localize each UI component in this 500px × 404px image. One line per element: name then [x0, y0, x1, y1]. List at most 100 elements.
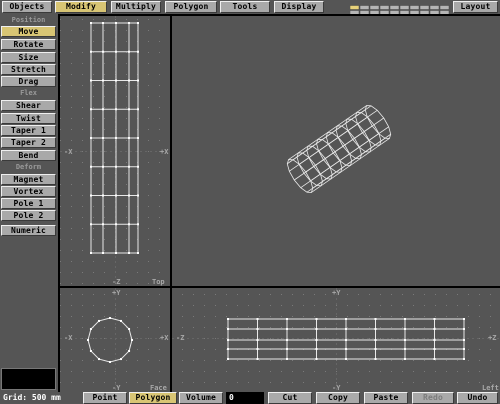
tab-modify[interactable]: Modify — [55, 1, 107, 13]
vertex — [137, 137, 139, 139]
vertex — [89, 350, 92, 352]
grid-dot — [93, 63, 94, 64]
undo-button[interactable]: Undo — [457, 392, 498, 404]
magnet-button[interactable]: Magnet — [1, 174, 56, 185]
grid-dot — [126, 41, 127, 42]
vertex — [90, 137, 92, 139]
grid-dot — [424, 338, 425, 339]
grid-dot — [391, 294, 392, 295]
grid-dot — [193, 371, 194, 372]
grid-dot — [60, 294, 61, 295]
grid-dot — [60, 272, 61, 273]
grid-dot — [193, 382, 194, 383]
vertex — [345, 348, 347, 350]
vertex — [463, 348, 465, 350]
tab-tools[interactable]: Tools — [220, 1, 270, 13]
grid-dot — [270, 338, 271, 339]
taper2-button[interactable]: Taper 2 — [1, 137, 56, 148]
vertex — [137, 22, 139, 24]
tab-display[interactable]: Display — [274, 1, 324, 13]
grid-dot — [490, 316, 491, 317]
grid-dot — [303, 371, 304, 372]
grid-dot — [60, 184, 61, 185]
grid-dot — [303, 316, 304, 317]
taper1-button[interactable]: Taper 1 — [1, 125, 56, 136]
layer-selector[interactable] — [349, 1, 450, 15]
face-view-svg — [60, 288, 170, 392]
vertex — [137, 50, 139, 53]
grid-dot — [424, 360, 425, 361]
paste-button[interactable]: Paste — [364, 392, 408, 404]
grid-dot — [248, 305, 249, 306]
polygon-mode-button[interactable]: Polygon — [129, 392, 177, 404]
grid-dot — [104, 96, 105, 97]
grid-dot — [215, 338, 216, 339]
grid-dot — [82, 371, 83, 372]
grid-dot — [148, 118, 149, 119]
redo-button[interactable]: Redo — [412, 392, 454, 404]
grid-dot — [93, 338, 94, 339]
grid-dot — [82, 129, 83, 130]
grid-dot — [325, 382, 326, 383]
grid-dot — [336, 371, 337, 372]
grid-dot — [237, 360, 238, 361]
grid-dot — [413, 316, 414, 317]
grid-dot — [336, 316, 337, 317]
grid-dot — [281, 360, 282, 361]
left-viewport[interactable]: +Y -Z +Z -Y Left — [172, 288, 500, 392]
bottom-bar: Grid: 500 mm Point Polygon Volume 0 Cut … — [0, 392, 500, 404]
grid-dot — [182, 305, 183, 306]
grid-dot — [226, 294, 227, 295]
grid-dot — [71, 195, 72, 196]
grid-dot — [226, 382, 227, 383]
tab-polygon[interactable]: Polygon — [165, 1, 217, 13]
grid-dot — [126, 206, 127, 207]
axis-label-left: -Z — [176, 334, 185, 342]
vertex — [345, 318, 347, 320]
grid-dot — [148, 360, 149, 361]
move-button[interactable]: Move — [1, 26, 56, 37]
face-viewport[interactable]: +Y -X +X -Y Face — [60, 288, 170, 392]
grid-dot — [159, 272, 160, 273]
grid-dot — [215, 360, 216, 361]
grid-dot — [93, 173, 94, 174]
grid-dot — [82, 360, 83, 361]
volume-mode-button[interactable]: Volume — [179, 392, 223, 404]
tab-multiply[interactable]: Multiply — [111, 1, 161, 13]
grid-dot — [237, 371, 238, 372]
perspective-viewport[interactable] — [172, 16, 500, 286]
numeric-button[interactable]: Numeric — [1, 225, 56, 236]
point-mode-button[interactable]: Point — [83, 392, 127, 404]
grid-dot — [215, 316, 216, 317]
vertex — [315, 339, 318, 341]
grid-dot — [435, 371, 436, 372]
grid-dot — [137, 294, 138, 295]
vertex — [286, 348, 288, 350]
grid-dot — [137, 360, 138, 361]
layout-button[interactable]: Layout — [453, 1, 498, 13]
drag-button[interactable]: Drag — [1, 76, 56, 87]
rotate-button[interactable]: Rotate — [1, 39, 56, 50]
grid-dot — [71, 52, 72, 53]
pole2-button[interactable]: Pole 2 — [1, 210, 56, 221]
tab-objects[interactable]: Objects — [2, 1, 52, 13]
grid-dot — [468, 305, 469, 306]
copy-button[interactable]: Copy — [316, 392, 360, 404]
axis-label-left: -X — [64, 334, 73, 342]
bend-button[interactable]: Bend — [1, 150, 56, 161]
cylinder-perspective-wireframe — [286, 105, 392, 193]
grid-dot — [259, 316, 260, 317]
twist-button[interactable]: Twist — [1, 113, 56, 124]
grid-dot — [148, 96, 149, 97]
vertex — [227, 358, 229, 360]
vortex-button[interactable]: Vortex — [1, 186, 56, 197]
stretch-button[interactable]: Stretch — [1, 64, 56, 75]
pole1-button[interactable]: Pole 1 — [1, 198, 56, 209]
top-viewport[interactable]: -X +X -Z Top — [60, 16, 170, 286]
vertex — [256, 358, 259, 360]
grid-dot — [71, 140, 72, 141]
grid-dot — [380, 382, 381, 383]
cut-button[interactable]: Cut — [268, 392, 312, 404]
size-button[interactable]: Size — [1, 52, 56, 63]
shear-button[interactable]: Shear — [1, 100, 56, 111]
